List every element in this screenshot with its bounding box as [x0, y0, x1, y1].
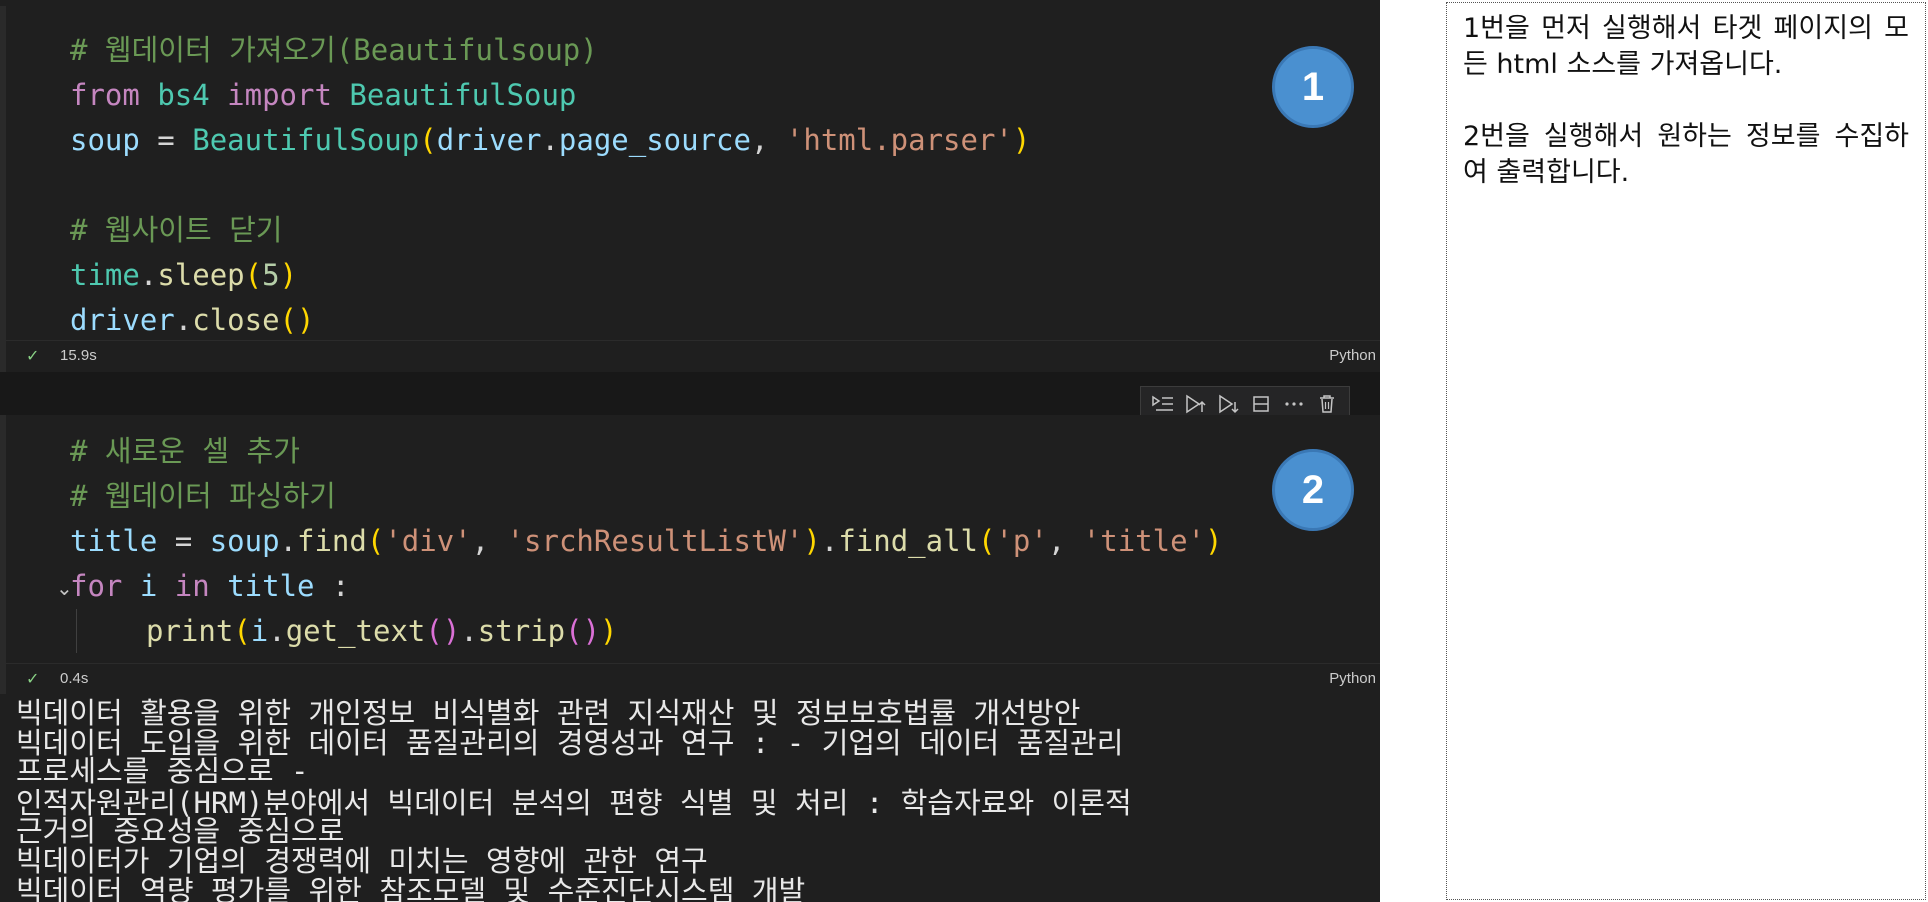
cell-status-bar: ✓ 15.9s Python [6, 340, 1380, 371]
code-comment: # 웹데이터 가져오기(Beautifulsoup) [70, 33, 598, 67]
colon: : [314, 569, 350, 603]
instruction-step-2: 2번을 실행해서 원하는 정보를 수집하여 출력합니다. [1463, 121, 1909, 188]
code-cell-2[interactable]: # 새로운 셀 추가 # 웹데이터 파싱하기 title = soup.find… [0, 415, 1380, 694]
variable: driver [436, 123, 542, 157]
code-editor-2[interactable]: # 새로운 셀 추가 # 웹데이터 파싱하기 title = soup.find… [6, 415, 1380, 663]
function-name: get_text [285, 614, 426, 648]
variable: title [227, 569, 315, 603]
step-badge-2: 2 [1272, 449, 1354, 531]
function-name: strip [477, 614, 566, 648]
code-comment: # 새로운 셀 추가 [70, 434, 300, 468]
function-name: print [146, 614, 234, 648]
string-literal: 'srchResultListW' [506, 524, 804, 558]
function-name: close [192, 303, 280, 337]
code-line-find: title = soup.find('div', 'srchResultList… [70, 524, 1223, 558]
class-name: BeautifulSoup [349, 78, 577, 112]
cell-status-bar: ✓ 0.4s Python [6, 663, 1380, 694]
cell-language[interactable]: Python [1329, 670, 1376, 687]
module-name: bs4 [157, 78, 210, 112]
delete-cell-icon[interactable] [1315, 392, 1339, 416]
operator: = [139, 123, 193, 157]
cell-language[interactable]: Python [1329, 347, 1376, 364]
function-name: sleep [157, 258, 245, 292]
notebook-editor: # 웹데이터 가져오기(Beautifulsoup) from bs4 impo… [0, 0, 1380, 902]
operator: = [157, 524, 210, 558]
code-comment: # 웹데이터 파싱하기 [70, 479, 336, 513]
code-line-import: from bs4 import BeautifulSoup [70, 73, 576, 117]
number-literal: 5 [262, 258, 280, 292]
keyword: in [174, 569, 210, 603]
keyword: from [70, 78, 140, 112]
split-cell-icon[interactable] [1249, 392, 1273, 416]
code-line-close: driver.close() [70, 303, 315, 337]
code-editor-1[interactable]: # 웹데이터 가져오기(Beautifulsoup) from bs4 impo… [6, 6, 1380, 340]
variable: title [70, 524, 158, 558]
variable: i [139, 569, 158, 603]
output-line: 빅데이터 활용을 위한 개인정보 비식별화 관련 지식재산 및 정보보호법률 개… [16, 696, 1081, 730]
code-line-print: print(i.get_text().strip()) [146, 614, 618, 648]
more-actions-icon[interactable] [1282, 392, 1306, 416]
function-name: find [297, 524, 367, 558]
output-line: 프로세스를 중심으로 - [16, 754, 309, 788]
string-literal: 'p' [995, 524, 1048, 558]
success-check-icon: ✓ [26, 671, 40, 688]
output-line: 빅데이터 역량 평가를 위한 참조모델 및 수준진단시스템 개발 [16, 874, 806, 902]
string-literal: 'html.parser' [785, 123, 1013, 157]
code-cell-1[interactable]: # 웹데이터 가져오기(Beautifulsoup) from bs4 impo… [0, 6, 1380, 372]
instruction-note-panel: 1번을 먼저 실행해서 타겟 페이지의 모든 html 소스를 가져옵니다. 2… [1446, 2, 1926, 900]
class-name: BeautifulSoup [192, 123, 420, 157]
attribute: page_source [558, 123, 751, 157]
variable: soup [70, 123, 140, 157]
instruction-step-1: 1번을 먼저 실행해서 타겟 페이지의 모든 html 소스를 가져옵니다. [1463, 13, 1909, 80]
output-line: 빅데이터가 기업의 경쟁력에 미치는 영향에 관한 연구 [16, 844, 708, 878]
indent-guide [76, 609, 77, 653]
output-line: 근거의 중요성을 중심으로 [16, 814, 345, 848]
success-check-icon: ✓ [26, 348, 40, 365]
object-name: soup [209, 524, 280, 558]
separator: , [750, 123, 786, 157]
object-name: driver [70, 303, 175, 337]
code-comment: # 웹사이트 닫기 [70, 213, 283, 247]
step-badge-1: 1 [1272, 46, 1354, 128]
object-name: time [70, 258, 140, 292]
code-line-soup: soup = BeautifulSoup(driver.page_source,… [70, 123, 1031, 157]
execute-below-icon[interactable] [1217, 392, 1241, 416]
execution-time: 0.4s [60, 670, 89, 687]
execution-time: 15.9s [60, 347, 97, 364]
cell-output: 빅데이터 활용을 위한 개인정보 비식별화 관련 지식재산 및 정보보호법률 개… [0, 694, 1380, 902]
string-literal: 'title' [1082, 524, 1205, 558]
code-line-for: for i in title : [70, 564, 349, 608]
execute-above-icon[interactable] [1184, 392, 1208, 416]
keyword: for [70, 569, 123, 603]
variable: i [250, 614, 269, 648]
code-line-sleep: time.sleep(5) [70, 258, 298, 292]
run-by-line-icon[interactable] [1151, 392, 1175, 416]
keyword: import [227, 78, 332, 112]
string-literal: 'div' [384, 524, 472, 558]
function-name: find_all [838, 524, 978, 558]
